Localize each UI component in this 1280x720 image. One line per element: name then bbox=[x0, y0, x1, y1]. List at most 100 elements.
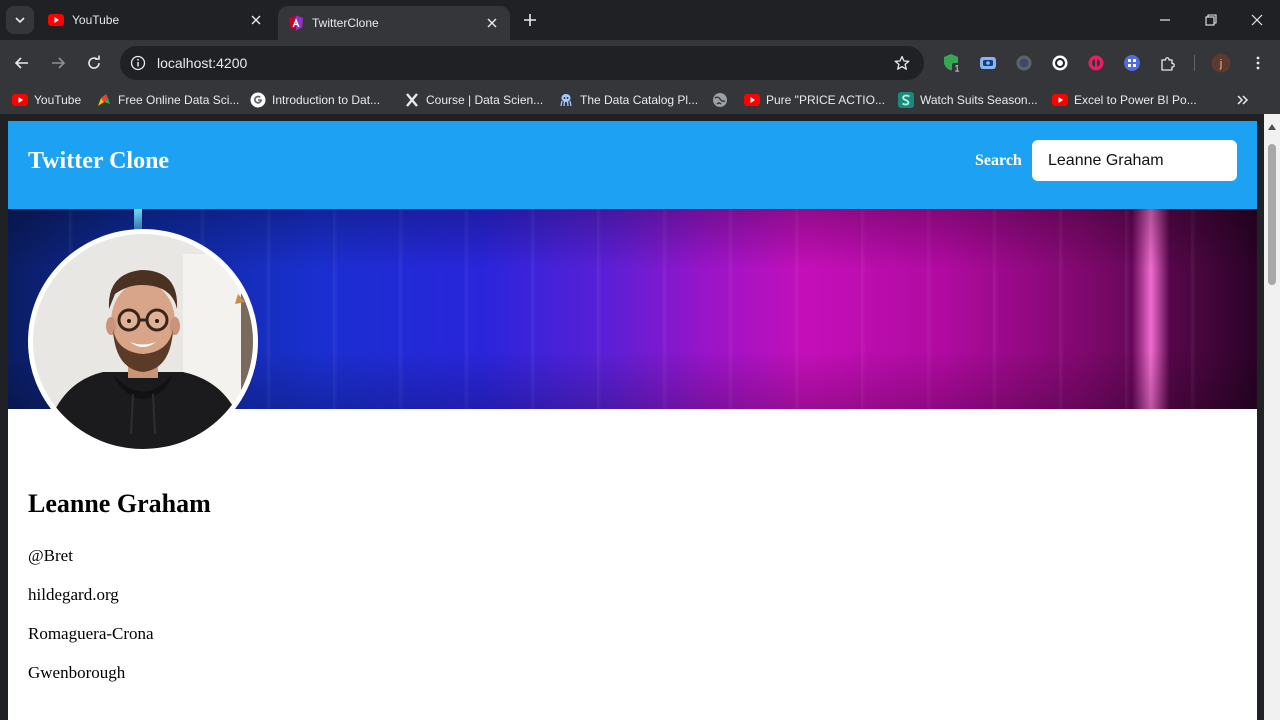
address-bar[interactable]: localhost:4200 bbox=[120, 46, 924, 80]
globe-icon bbox=[713, 93, 727, 107]
angular-icon bbox=[289, 15, 303, 31]
close-icon bbox=[251, 15, 261, 25]
minimize-button[interactable] bbox=[1142, 0, 1188, 40]
tab-title: YouTube bbox=[72, 13, 120, 27]
bookmark-suits[interactable]: Watch Suits Season... bbox=[898, 91, 1038, 109]
profile-company: Romaguera-Crona bbox=[28, 624, 154, 643]
extension-badge: 1 bbox=[954, 64, 959, 74]
chat-bubble-icon bbox=[1052, 55, 1068, 71]
youtube-icon bbox=[1052, 94, 1068, 106]
profile-city: Gwenborough bbox=[28, 663, 126, 682]
chevron-down-icon bbox=[15, 17, 25, 24]
bookmark-price-action[interactable]: Pure "PRICE ACTIO... bbox=[744, 91, 885, 109]
browser-menu-button[interactable] bbox=[1248, 53, 1268, 73]
url-text: localhost:4200 bbox=[157, 55, 248, 71]
profile-initial: j bbox=[1219, 58, 1222, 70]
avatar-icon: j bbox=[1211, 53, 1231, 73]
extension-screen-button[interactable] bbox=[978, 53, 998, 73]
bookmark-label: Excel to Power BI Po... bbox=[1074, 93, 1197, 107]
colorful-pencil-icon bbox=[98, 94, 110, 106]
browser-tab-strip: YouTube TwitterClone bbox=[0, 0, 1280, 40]
record-icon bbox=[1016, 55, 1032, 71]
bookmark-excel-powerbi[interactable]: Excel to Power BI Po... bbox=[1052, 91, 1197, 109]
bookmarks-bar: YouTube Free Online Data Sci... Introduc… bbox=[0, 86, 1280, 114]
google-icon bbox=[250, 92, 266, 108]
app-grid-icon bbox=[1124, 55, 1140, 71]
extensions-menu-button[interactable] bbox=[1158, 53, 1178, 73]
page-scrollbar[interactable] bbox=[1264, 114, 1280, 720]
browser-toolbar: localhost:4200 1 j bbox=[0, 40, 1280, 86]
minimize-icon bbox=[1160, 19, 1170, 21]
reload-button[interactable] bbox=[80, 49, 108, 77]
bookmark-data-catalog[interactable]: The Data Catalog Pl... bbox=[558, 91, 698, 109]
bookmark-course[interactable]: Course | Data Scien... bbox=[404, 91, 543, 109]
bookmark-youtube[interactable]: YouTube bbox=[12, 91, 81, 109]
extension-translate-button[interactable] bbox=[1050, 53, 1070, 73]
profile-name: Leanne Graham bbox=[28, 489, 211, 518]
close-icon bbox=[1251, 14, 1263, 26]
bookmark-label: Course | Data Scien... bbox=[426, 93, 544, 107]
bookmark-introduction[interactable]: Introduction to Dat... bbox=[250, 91, 380, 109]
bookmark-label: Introduction to Dat... bbox=[272, 93, 381, 107]
extension-blue-button[interactable] bbox=[1122, 53, 1142, 73]
bookmark-data-science[interactable]: Free Online Data Sci... bbox=[96, 91, 239, 109]
app-title[interactable]: Twitter Clone bbox=[28, 148, 169, 175]
page-viewport: Twitter Clone Search Leanne Graham Leann… bbox=[0, 114, 1280, 720]
shield-icon: 1 bbox=[944, 54, 962, 74]
profile-button[interactable]: j bbox=[1211, 53, 1231, 73]
profile-photo bbox=[33, 234, 253, 449]
arrow-right-icon bbox=[52, 57, 66, 69]
restore-icon bbox=[1205, 14, 1217, 26]
tab-search-button[interactable] bbox=[6, 6, 34, 34]
youtube-icon bbox=[12, 94, 28, 106]
close-icon bbox=[487, 18, 497, 28]
forward-button[interactable] bbox=[44, 49, 72, 77]
scroll-thumb[interactable] bbox=[1268, 144, 1276, 285]
search-input[interactable] bbox=[1032, 140, 1237, 181]
target-icon bbox=[1088, 55, 1104, 71]
plus-icon bbox=[524, 14, 536, 26]
s-logo-icon bbox=[898, 92, 914, 108]
new-tab-button[interactable] bbox=[518, 8, 542, 32]
info-icon bbox=[130, 55, 146, 71]
tab-close-button[interactable] bbox=[482, 13, 502, 33]
star-icon bbox=[894, 55, 910, 70]
back-button[interactable] bbox=[8, 49, 36, 77]
toolbar-divider bbox=[1194, 55, 1195, 71]
restore-button[interactable] bbox=[1188, 0, 1234, 40]
bookmark-label: Pure "PRICE ACTIO... bbox=[766, 93, 885, 107]
bookmark-label: Free Online Data Sci... bbox=[118, 93, 240, 107]
more-vertical-icon bbox=[1256, 56, 1260, 70]
puzzle-icon bbox=[1161, 57, 1175, 71]
profile-username: @Bret bbox=[28, 546, 73, 565]
bookmark-label: Watch Suits Season... bbox=[920, 93, 1038, 107]
twitter-clone-page: Twitter Clone Search Leanne Graham Leann… bbox=[8, 121, 1257, 720]
bookmarks-overflow-button[interactable] bbox=[1236, 91, 1250, 109]
double-chevron-right-icon bbox=[1237, 95, 1249, 105]
bookmark-star-button[interactable] bbox=[892, 53, 912, 73]
app-header: Twitter Clone Search bbox=[8, 121, 1257, 209]
close-window-button[interactable] bbox=[1234, 0, 1280, 40]
bookmark-label: YouTube bbox=[34, 93, 82, 107]
tab-twitterclone[interactable]: TwitterClone bbox=[278, 6, 510, 40]
octopus-icon bbox=[560, 94, 572, 107]
bookmark-globe[interactable] bbox=[712, 91, 734, 109]
extension-shield-button[interactable]: 1 bbox=[942, 53, 962, 73]
reload-icon bbox=[88, 55, 100, 69]
site-info-button[interactable] bbox=[128, 53, 148, 73]
tab-youtube[interactable]: YouTube bbox=[38, 0, 274, 40]
tab-title: TwitterClone bbox=[312, 16, 379, 30]
extension-record-button[interactable] bbox=[1014, 53, 1034, 73]
search-label: Search bbox=[975, 152, 1022, 169]
scroll-up-arrow[interactable] bbox=[1268, 124, 1276, 130]
youtube-icon bbox=[744, 94, 760, 106]
bookmark-label: The Data Catalog Pl... bbox=[580, 93, 699, 107]
x-logo-icon bbox=[406, 93, 418, 107]
youtube-icon bbox=[48, 14, 64, 26]
arrow-left-icon bbox=[14, 57, 28, 69]
screen-capture-icon bbox=[980, 57, 996, 69]
profile-avatar bbox=[28, 229, 258, 454]
extension-red-button[interactable] bbox=[1086, 53, 1106, 73]
profile-website[interactable]: hildegard.org bbox=[28, 585, 119, 605]
tab-close-button[interactable] bbox=[246, 10, 266, 30]
